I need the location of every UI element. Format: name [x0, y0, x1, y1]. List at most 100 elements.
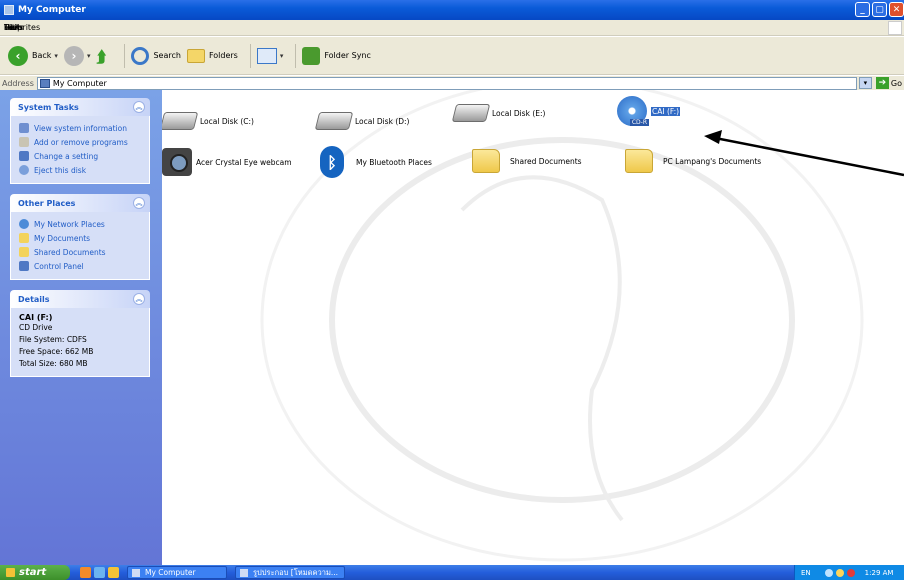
panel-title: Details — [18, 294, 50, 304]
address-label: Address — [2, 78, 34, 88]
start-button[interactable]: start — [0, 565, 70, 580]
task-add-remove-programs[interactable]: Add or remove programs — [19, 135, 143, 149]
details-name: CAI (F:) — [19, 313, 53, 322]
annotation-arrow — [704, 130, 904, 177]
details-line: Free Space: 662 MB — [19, 347, 94, 356]
system-tray: EN 1:29 AM — [794, 565, 904, 580]
address-value: My Computer — [52, 78, 107, 88]
details-line: Total Size: 680 MB — [19, 359, 88, 368]
forward-button[interactable]: › ▾ — [63, 45, 91, 66]
views-button[interactable]: ▾ — [256, 47, 284, 64]
folders-label: Folders — [208, 51, 238, 60]
tray-arrow-icon[interactable] — [824, 568, 833, 577]
task-my-computer[interactable]: My Computer — [127, 566, 227, 579]
toolbar-separator — [249, 43, 251, 68]
other-places-header[interactable]: Other Places ︽ — [10, 194, 150, 212]
minimize-button[interactable]: _ — [855, 2, 870, 17]
control-panel-icon — [19, 261, 29, 271]
task-label: My Computer — [145, 568, 196, 577]
task-document[interactable]: รูปประกอบ [โหมดความ... — [235, 566, 345, 579]
chevron-down-icon[interactable]: ▾ — [87, 52, 91, 60]
folder-sync-label: Folder Sync — [324, 51, 371, 60]
search-button[interactable]: Search — [131, 46, 181, 65]
details-header[interactable]: Details ︽ — [10, 290, 150, 308]
folder-icon — [186, 48, 205, 63]
views-icon — [256, 47, 277, 64]
network-icon — [19, 219, 29, 229]
collapse-icon[interactable]: ︽ — [133, 101, 145, 113]
panel-title: Other Places — [18, 198, 76, 208]
control-panel-icon — [19, 151, 29, 161]
chevron-down-icon[interactable]: ▾ — [280, 52, 284, 60]
search-label: Search — [153, 51, 181, 60]
windows-logo-icon — [888, 21, 902, 35]
toolbar: ‹ Back ▾ › ▾ ⮭ Search Folders ▾ Folder S… — [0, 37, 904, 75]
go-button[interactable]: Go — [891, 79, 902, 88]
eject-icon — [19, 165, 29, 175]
system-tasks-header[interactable]: System Tasks ︽ — [10, 98, 150, 116]
task-label: รูปประกอบ [โหมดความ... — [253, 567, 339, 577]
back-button[interactable]: ‹ Back ▾ — [8, 45, 58, 66]
panel-title: System Tasks — [18, 102, 79, 112]
toolbar-separator — [295, 43, 297, 68]
task-pane: System Tasks ︽ View system information A… — [0, 90, 162, 565]
back-label: Back — [32, 51, 52, 60]
taskbar: start My Computer รูปประกอบ [โหมดความ...… — [0, 565, 904, 580]
place-label: Control Panel — [34, 261, 84, 271]
collapse-icon[interactable]: ︽ — [133, 197, 145, 209]
place-my-network-places[interactable]: My Network Places — [19, 217, 143, 231]
address-input[interactable]: My Computer — [36, 76, 857, 90]
up-button[interactable]: ⮭ — [96, 46, 112, 66]
system-tasks-panel: System Tasks ︽ View system information A… — [10, 98, 150, 184]
place-control-panel[interactable]: Control Panel — [19, 259, 143, 273]
task-label: Eject this disk — [34, 165, 87, 175]
task-eject-disk[interactable]: Eject this disk — [19, 163, 143, 177]
other-places-panel: Other Places ︽ My Network Places My Docu… — [10, 194, 150, 280]
task-label: View system information — [34, 123, 127, 133]
quick-launch-icon[interactable] — [94, 567, 105, 578]
security-icon[interactable] — [846, 568, 855, 577]
my-computer-icon — [132, 568, 140, 577]
place-my-documents[interactable]: My Documents — [19, 231, 143, 245]
folder-icon — [19, 247, 29, 257]
address-dropdown-button[interactable]: ▾ — [858, 77, 872, 89]
close-button[interactable]: ✕ — [889, 2, 904, 17]
add-remove-programs-icon — [19, 137, 29, 147]
task-label: Change a setting — [34, 151, 99, 161]
search-icon — [131, 46, 150, 65]
menu-help[interactable]: Help — [4, 23, 22, 32]
forward-arrow-icon: › — [63, 45, 84, 66]
toolbar-separator — [124, 43, 126, 68]
my-computer-icon — [39, 78, 50, 88]
my-computer-icon — [4, 5, 14, 15]
place-label: Shared Documents — [34, 247, 106, 257]
title-bar: My Computer _ ▢ ✕ — [0, 0, 904, 20]
address-bar: Address My Computer ▾ ➔ Go — [0, 76, 904, 90]
folder-sync-button[interactable]: Folder Sync — [302, 46, 371, 65]
task-change-setting[interactable]: Change a setting — [19, 149, 143, 163]
maximize-button[interactable]: ▢ — [872, 2, 887, 17]
document-icon — [240, 568, 248, 577]
collapse-icon[interactable]: ︽ — [133, 293, 145, 305]
chevron-down-icon[interactable]: ▾ — [54, 52, 58, 60]
folders-button[interactable]: Folders — [186, 48, 238, 63]
language-indicator[interactable]: EN — [801, 569, 811, 577]
task-view-system-information[interactable]: View system information — [19, 121, 143, 135]
details-line: File System: CDFS — [19, 335, 87, 344]
window-title: My Computer — [18, 5, 86, 15]
up-folder-icon: ⮭ — [96, 46, 106, 66]
back-arrow-icon: ‹ — [8, 45, 28, 66]
go-arrow-icon[interactable]: ➔ — [875, 77, 889, 89]
sync-icon — [302, 46, 321, 65]
volume-icon[interactable] — [835, 568, 844, 577]
system-info-icon — [19, 123, 29, 133]
my-documents-icon — [19, 233, 29, 243]
quick-launch-icon[interactable] — [108, 567, 119, 578]
file-view: Local Disk (C:) Local Disk (D:) Local Di… — [162, 90, 904, 565]
details-line: CD Drive — [19, 323, 53, 332]
place-shared-documents[interactable]: Shared Documents — [19, 245, 143, 259]
place-label: My Network Places — [34, 219, 105, 229]
quick-launch — [80, 567, 119, 578]
clock: 1:29 AM — [864, 568, 894, 577]
quick-launch-icon[interactable] — [80, 567, 91, 578]
